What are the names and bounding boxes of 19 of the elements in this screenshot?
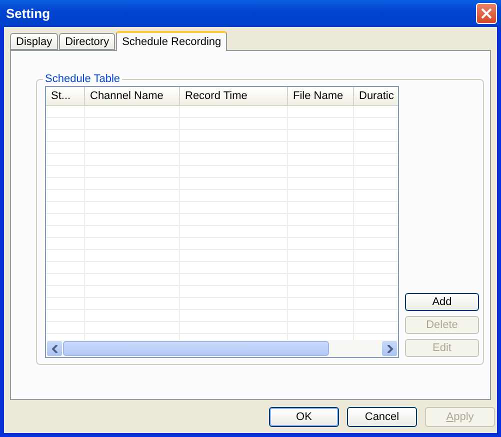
tab[interactable]: Display (10, 33, 58, 50)
horizontal-scrollbar[interactable] (46, 340, 398, 357)
scroll-left-button[interactable] (47, 341, 62, 356)
close-icon (481, 8, 492, 19)
close-button[interactable] (476, 3, 497, 24)
group-label: Schedule Table (44, 73, 122, 85)
scroll-right-button[interactable] (382, 341, 397, 356)
dialog-button[interactable]: OK (269, 407, 339, 427)
column-header[interactable]: Channel Name (85, 87, 180, 105)
scrollbar-thumb[interactable] (63, 341, 329, 356)
column-header[interactable]: Record Time (180, 87, 288, 105)
column-header[interactable]: Duratic (354, 87, 398, 105)
tab[interactable]: Schedule Recording (116, 31, 228, 51)
column-header[interactable]: File Name (288, 87, 354, 105)
dialog-button[interactable]: Cancel (347, 407, 417, 427)
window-title: Setting (6, 6, 50, 21)
tab[interactable]: Directory (59, 33, 116, 50)
action-button[interactable]: Add (405, 293, 479, 311)
column-header[interactable]: St... (46, 87, 85, 105)
